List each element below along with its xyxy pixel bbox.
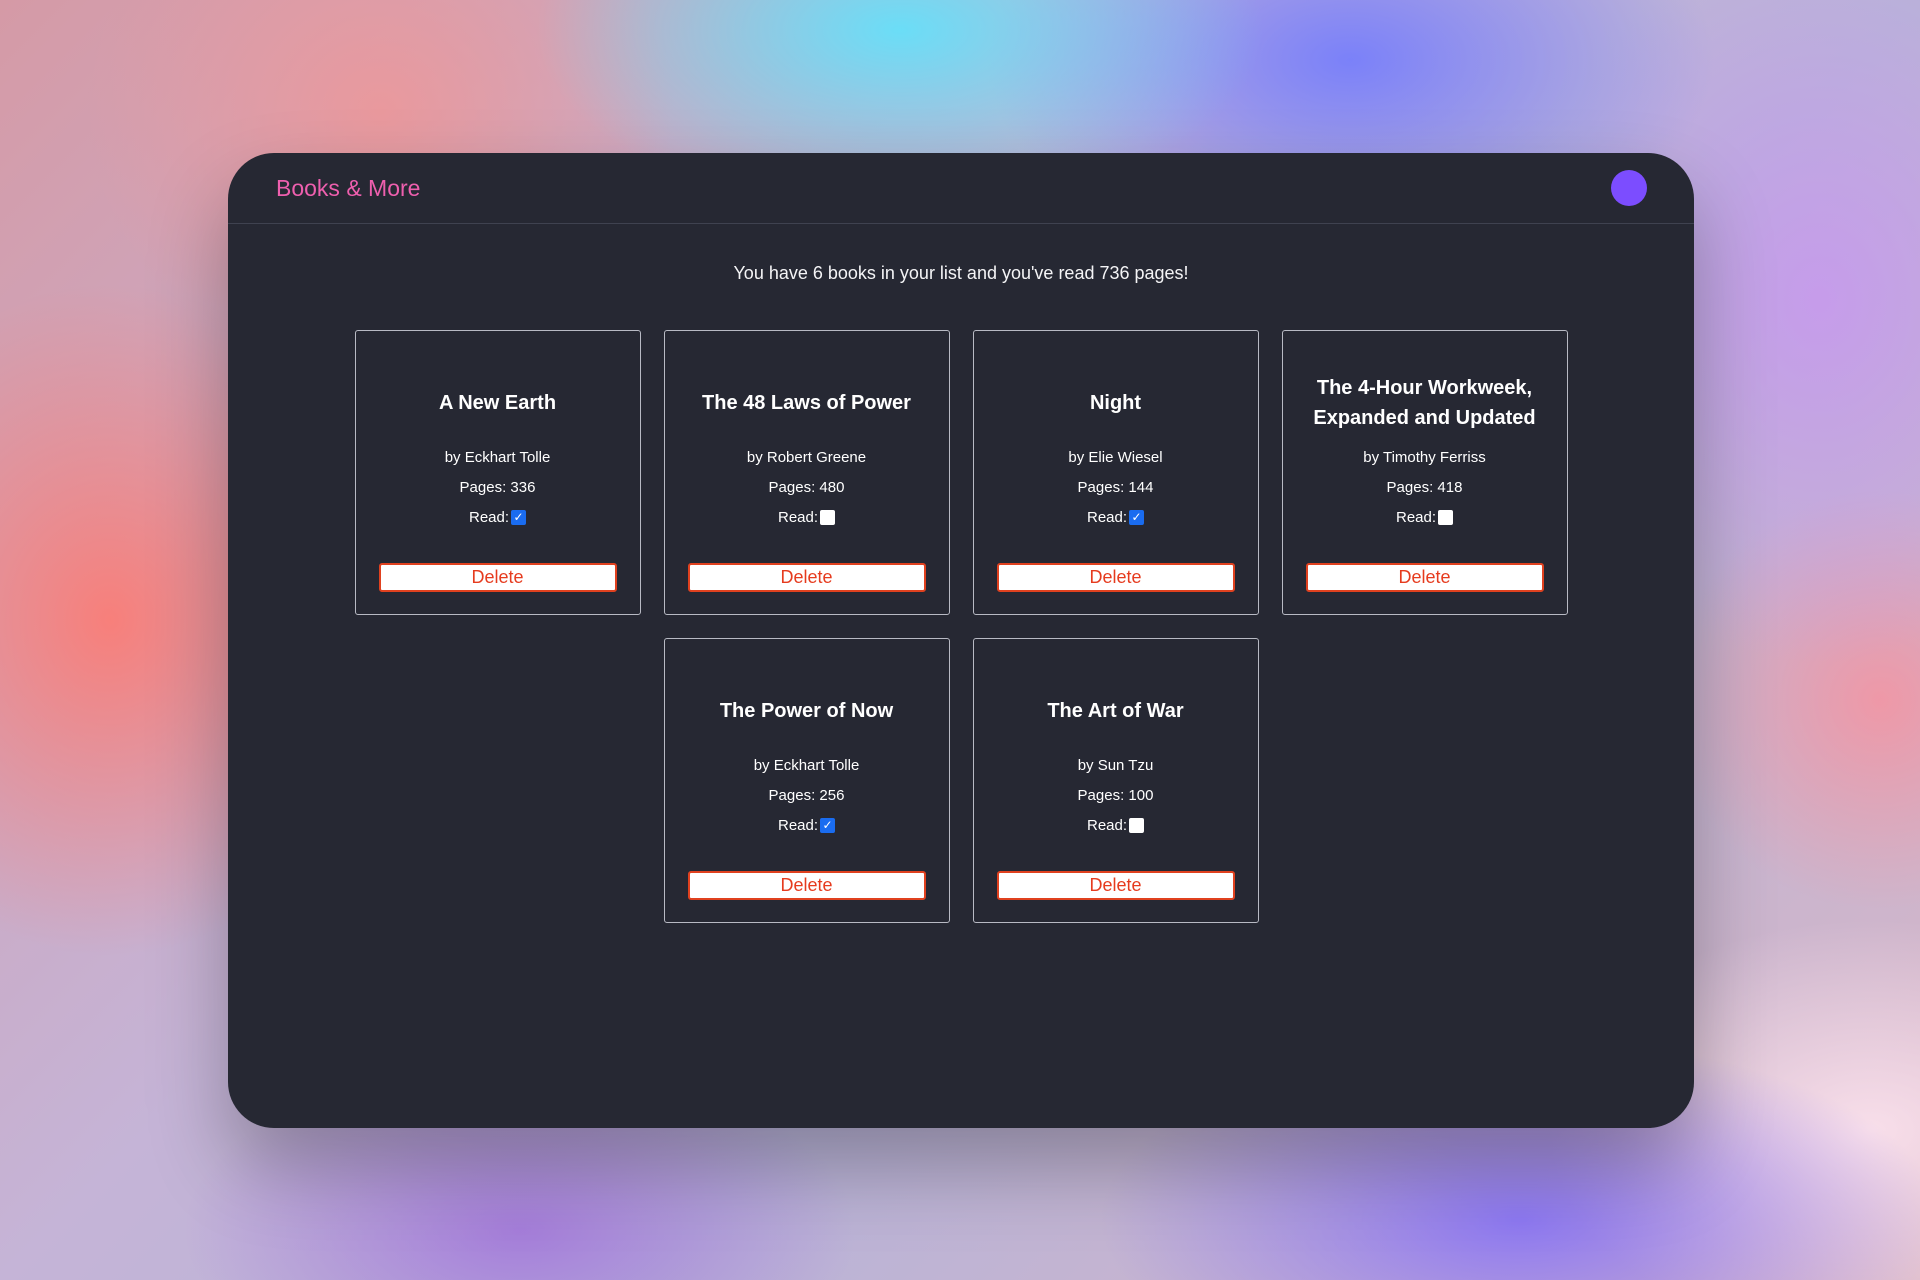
book-title: The Art of War [1047, 700, 1184, 722]
read-label: Read: [1086, 509, 1128, 526]
user-avatar[interactable] [1611, 170, 1647, 206]
read-checkbox[interactable] [1129, 818, 1145, 833]
book-title: Night [1089, 392, 1142, 414]
book-title: The 48 Laws of Power [702, 392, 911, 414]
book-author: by Eckhart Tolle [444, 449, 551, 466]
read-checkbox-checked[interactable]: ✓ [511, 510, 527, 525]
delete-button[interactable]: Delete [687, 563, 926, 592]
book-pages: Pages: 100 [1077, 787, 1154, 804]
book-title: The 4-Hour Workweek, Expanded and Update… [1313, 377, 1536, 429]
read-checkbox-checked[interactable]: ✓ [820, 818, 836, 833]
book-pages: Pages: 480 [768, 479, 845, 496]
book-card: The Power of Now by Eckhart Tolle Pages:… [663, 638, 950, 923]
book-author: by Sun Tzu [1077, 757, 1154, 774]
read-label: Read: [1086, 817, 1128, 834]
app-header: Books & More [228, 153, 1694, 224]
read-label: Read: [468, 509, 510, 526]
book-card: The Art of War by Sun Tzu Pages: 100 Rea… [972, 638, 1259, 923]
book-card: Night by Elie Wiesel Pages: 144 Read: ✓ … [972, 330, 1259, 615]
book-author: by Robert Greene [746, 449, 867, 466]
book-read-row: Read: [665, 509, 949, 526]
book-title: A New Earth [438, 392, 557, 414]
book-pages: Pages: 144 [1077, 479, 1154, 496]
reading-summary: You have 6 books in your list and you've… [733, 263, 1189, 283]
book-read-row: Read: [1283, 509, 1567, 526]
book-read-row: Read: [974, 817, 1258, 834]
app-window: Books & More You have 6 books in your li… [228, 153, 1694, 1128]
book-card: The 4-Hour Workweek, Expanded and Update… [1281, 330, 1568, 615]
book-read-row: Read: ✓ [356, 509, 640, 526]
brand-title[interactable]: Books & More [276, 175, 420, 202]
book-card: A New Earth by Eckhart Tolle Pages: 336 … [354, 330, 641, 615]
delete-button[interactable]: Delete [378, 563, 617, 592]
delete-button[interactable]: Delete [996, 871, 1235, 900]
read-label: Read: [777, 509, 819, 526]
book-read-row: Read: ✓ [974, 509, 1258, 526]
read-checkbox[interactable] [820, 510, 836, 525]
book-card: The 48 Laws of Power by Robert Greene Pa… [663, 330, 950, 615]
check-icon: ✓ [1131, 510, 1142, 524]
delete-button[interactable]: Delete [687, 871, 926, 900]
book-title: The Power of Now [719, 700, 894, 722]
book-pages: Pages: 418 [1386, 479, 1463, 496]
check-icon: ✓ [822, 818, 833, 832]
book-author: by Eckhart Tolle [753, 757, 860, 774]
book-author: by Timothy Ferriss [1363, 449, 1486, 466]
book-read-row: Read: ✓ [665, 817, 949, 834]
book-pages: Pages: 256 [768, 787, 845, 804]
book-author: by Elie Wiesel [1068, 449, 1163, 466]
book-pages: Pages: 336 [459, 479, 536, 496]
check-icon: ✓ [513, 510, 524, 524]
read-label: Read: [777, 817, 819, 834]
read-label: Read: [1395, 509, 1437, 526]
read-checkbox[interactable] [1438, 510, 1454, 525]
delete-button[interactable]: Delete [996, 563, 1235, 592]
book-grid: A New Earth by Eckhart Tolle Pages: 336 … [345, 330, 1577, 923]
delete-button[interactable]: Delete [1305, 563, 1544, 592]
read-checkbox-checked[interactable]: ✓ [1129, 510, 1145, 525]
